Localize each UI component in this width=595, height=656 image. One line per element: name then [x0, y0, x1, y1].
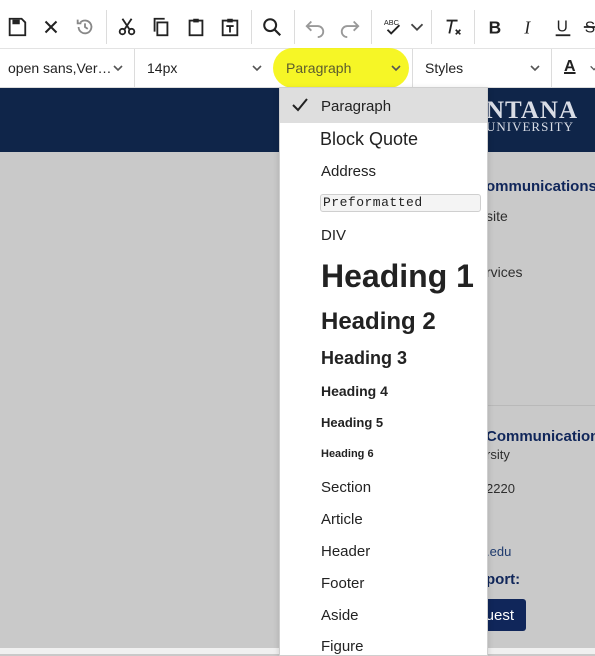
save-icon[interactable] [4, 14, 30, 40]
dropdown-item-address[interactable]: Address [321, 163, 376, 180]
section-heading: ommunications [486, 178, 595, 195]
main-toolbar: ABC B I U S [0, 0, 595, 49]
dropdown-item-aside[interactable]: Aside [321, 607, 359, 624]
contact-heading: Communication [486, 428, 595, 445]
spellcheck-chevron-down-icon[interactable] [406, 14, 428, 40]
chevron-down-icon [590, 65, 595, 71]
toolbar-separator [251, 10, 252, 44]
format-dropdown-menu: Paragraph Block Quote Address Preformatt… [279, 87, 488, 656]
dropdown-item-heading-4[interactable]: Heading 4 [321, 383, 388, 399]
find-icon[interactable] [259, 14, 285, 40]
dropdown-item-block-quote[interactable]: Block Quote [320, 129, 418, 150]
clear-format-icon[interactable] [440, 14, 466, 40]
chevron-down-icon [530, 65, 540, 72]
dropdown-item-heading-6[interactable]: Heading 6 [321, 448, 374, 460]
toolbar-separator [294, 10, 295, 44]
dropdown-item-preformatted[interactable]: Preformatted [320, 194, 481, 212]
contact-email-link[interactable]: .edu [486, 544, 511, 559]
link-text[interactable]: site [486, 208, 508, 224]
undo-icon[interactable] [302, 14, 328, 40]
contact-text: rsity [486, 447, 510, 462]
svg-text:U: U [557, 19, 568, 36]
svg-text:I: I [523, 17, 531, 37]
format-value: Paragraph [286, 60, 352, 76]
close-icon[interactable] [38, 14, 64, 40]
font-family-value: open sans,Ver… [8, 60, 112, 76]
toolbar-separator [474, 10, 475, 44]
chevron-down-icon [391, 65, 401, 72]
chevron-down-icon [113, 65, 123, 72]
toolbar-separator [371, 10, 372, 44]
chevron-down-icon [252, 65, 262, 72]
toolbar-separator [551, 49, 552, 87]
dropdown-item-heading-1[interactable]: Heading 1 [321, 258, 474, 295]
svg-text:B: B [489, 17, 502, 37]
styles-value: Styles [425, 60, 464, 76]
toolbar-separator [412, 49, 413, 87]
font-size-select[interactable]: 14px [139, 49, 273, 87]
dropdown-item-footer[interactable]: Footer [321, 575, 364, 592]
link-text[interactable]: rvices [486, 264, 523, 280]
toolbar-separator [431, 10, 432, 44]
site-logo-subtitle: UNIVERSITY [486, 119, 574, 134]
svg-text:S: S [584, 20, 594, 37]
cut-icon[interactable] [114, 14, 140, 40]
dropdown-item-article[interactable]: Article [321, 511, 363, 528]
underline-icon[interactable]: U [550, 14, 576, 40]
dropdown-item-div[interactable]: DIV [321, 227, 346, 244]
dropdown-item-section[interactable]: Section [321, 479, 371, 496]
redo-icon[interactable] [337, 14, 363, 40]
checkmark-icon [292, 98, 308, 112]
dropdown-item-heading-5[interactable]: Heading 5 [321, 415, 383, 430]
text-color-button[interactable]: A [556, 49, 595, 87]
font-family-select[interactable]: open sans,Ver… [0, 49, 134, 87]
toolbar-separator [134, 49, 135, 87]
italic-icon[interactable]: I [516, 14, 542, 40]
dropdown-item-header[interactable]: Header [321, 543, 370, 560]
dropdown-item-heading-3[interactable]: Heading 3 [321, 348, 407, 369]
text-color-icon: A [564, 58, 576, 75]
history-icon[interactable] [72, 14, 98, 40]
svg-text:ABC: ABC [384, 18, 400, 27]
styles-select[interactable]: Styles [417, 49, 551, 87]
format-select[interactable]: Paragraph [278, 49, 412, 87]
copy-icon[interactable] [148, 14, 174, 40]
strikethrough-icon[interactable]: S [582, 14, 595, 40]
toolbar-separator [106, 10, 107, 44]
divider [486, 405, 595, 406]
dropdown-item-paragraph[interactable]: Paragraph [321, 98, 391, 115]
contact-phone: 2220 [486, 481, 515, 496]
spellcheck-icon[interactable]: ABC [380, 14, 406, 40]
paste-text-icon[interactable] [217, 14, 243, 40]
font-size-value: 14px [147, 60, 178, 76]
support-heading: port: [486, 571, 521, 588]
paste-icon[interactable] [183, 14, 209, 40]
dropdown-item-heading-2[interactable]: Heading 2 [321, 308, 436, 336]
dropdown-item-figure[interactable]: Figure [321, 638, 364, 655]
bold-icon[interactable]: B [482, 14, 508, 40]
